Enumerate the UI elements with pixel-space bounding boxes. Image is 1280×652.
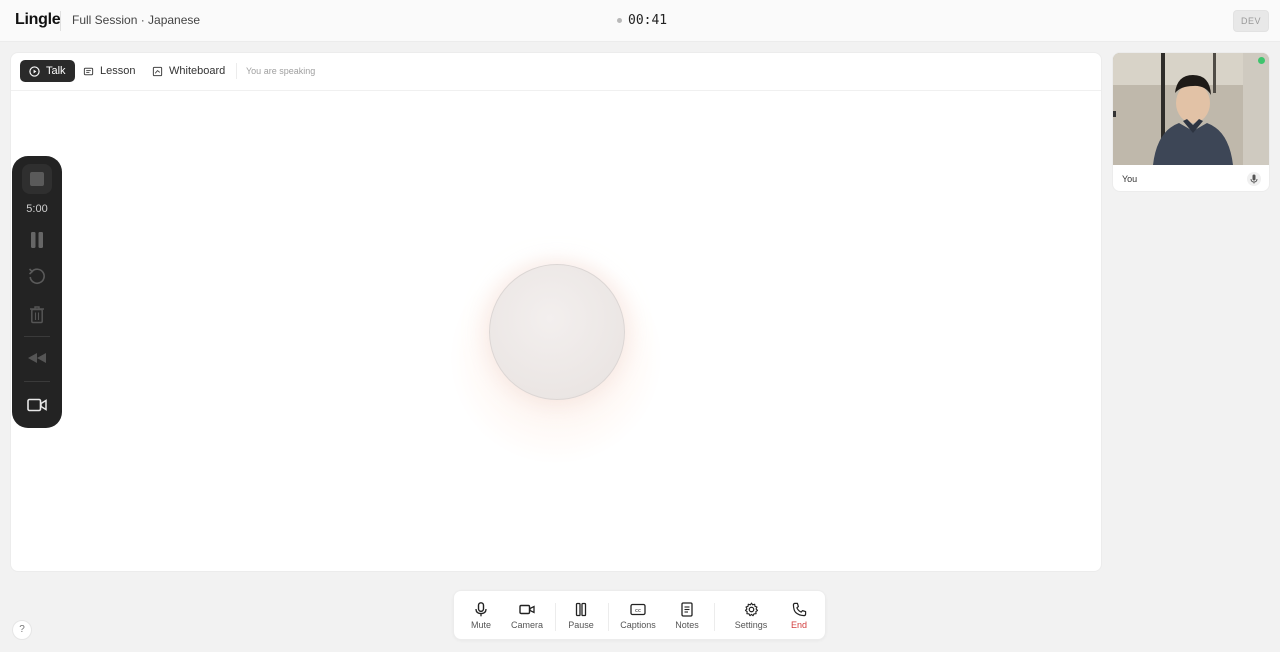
video-frame	[1113, 53, 1269, 165]
camera-label: Camera	[510, 620, 543, 630]
rewind-icon	[28, 353, 46, 363]
self-video-feed[interactable]	[1113, 53, 1269, 165]
tab-whiteboard-label: Whiteboard	[169, 65, 226, 77]
camera-toggle-button[interactable]	[12, 395, 62, 415]
video-mic-status	[1247, 172, 1261, 186]
tab-talk-label: Talk	[46, 65, 66, 77]
notes-button[interactable]: Notes	[662, 602, 712, 630]
recording-time: 5:00	[26, 203, 48, 215]
book-icon	[83, 67, 94, 75]
notes-icon	[681, 602, 693, 617]
tab-lesson-label: Lesson	[100, 65, 136, 77]
mute-button[interactable]: Mute	[456, 602, 506, 630]
stop-icon	[30, 172, 44, 186]
recording-toolbar: 5:00	[12, 156, 62, 428]
toolbar-divider	[24, 381, 50, 382]
dev-button[interactable]: DEV	[1233, 10, 1269, 32]
video-participant-name: You	[1122, 174, 1138, 184]
header-divider	[60, 11, 61, 31]
timer-status-dot	[617, 18, 622, 23]
settings-icon	[744, 602, 758, 617]
reset-button[interactable]	[12, 266, 62, 286]
settings-label: Settings	[734, 620, 768, 630]
rewind-button[interactable]	[12, 350, 62, 366]
pause-icon	[31, 232, 43, 248]
end-call-button[interactable]: End	[774, 602, 824, 630]
tabs-divider	[236, 63, 237, 79]
phone-icon	[792, 602, 806, 617]
app-logo[interactable]: Lingle	[15, 11, 61, 29]
tab-lesson[interactable]: Lesson	[74, 60, 144, 82]
session-title: Full Session · Japanese	[72, 13, 201, 27]
live-indicator	[1258, 57, 1265, 64]
svg-text:cc: cc	[635, 608, 641, 614]
session-timer: 00:41	[617, 13, 667, 28]
voice-orb	[489, 264, 625, 400]
mute-label: Mute	[470, 620, 491, 630]
top-bar: Lingle Full Session · Japanese 00:41 DEV	[0, 0, 1280, 42]
camera-icon	[519, 604, 535, 615]
play-circle-icon	[29, 65, 40, 77]
tab-whiteboard[interactable]: Whiteboard	[143, 60, 234, 82]
help-button[interactable]: ?	[12, 620, 32, 640]
notes-label: Notes	[675, 620, 699, 630]
mode-tabs: Talk Lesson Whiteboard You are speaking	[11, 53, 1101, 91]
mic-icon	[1250, 174, 1258, 184]
stop-button[interactable]	[22, 164, 52, 194]
captions-icon: cc	[630, 603, 646, 616]
pause-label: Pause	[568, 620, 594, 630]
settings-button[interactable]: Settings	[726, 602, 776, 630]
timer-value: 00:41	[628, 13, 668, 28]
delete-button[interactable]	[12, 304, 62, 324]
reset-icon	[28, 268, 45, 285]
captions-label: Captions	[620, 620, 656, 630]
pause-button[interactable]: Pause	[556, 602, 606, 630]
pause-icon	[575, 602, 587, 617]
mic-icon	[475, 602, 487, 617]
toolbar-divider	[24, 336, 50, 337]
camera-icon	[27, 398, 47, 412]
whiteboard-icon	[152, 66, 163, 76]
speaking-status: You are speaking	[246, 66, 316, 76]
controls-divider	[608, 603, 609, 631]
call-controls-bar: Mute Camera Pause cc Captions Notes Sett…	[453, 590, 826, 640]
captions-button[interactable]: cc Captions	[613, 602, 663, 630]
controls-divider	[714, 603, 715, 631]
tab-talk[interactable]: Talk	[20, 60, 75, 82]
end-label: End	[790, 620, 807, 630]
main-panel: Talk Lesson Whiteboard You are speaking	[10, 52, 1102, 572]
camera-button[interactable]: Camera	[502, 602, 552, 630]
self-video-tile: You	[1112, 52, 1270, 192]
trash-icon	[30, 305, 44, 323]
pause-recording-button[interactable]	[12, 230, 62, 250]
